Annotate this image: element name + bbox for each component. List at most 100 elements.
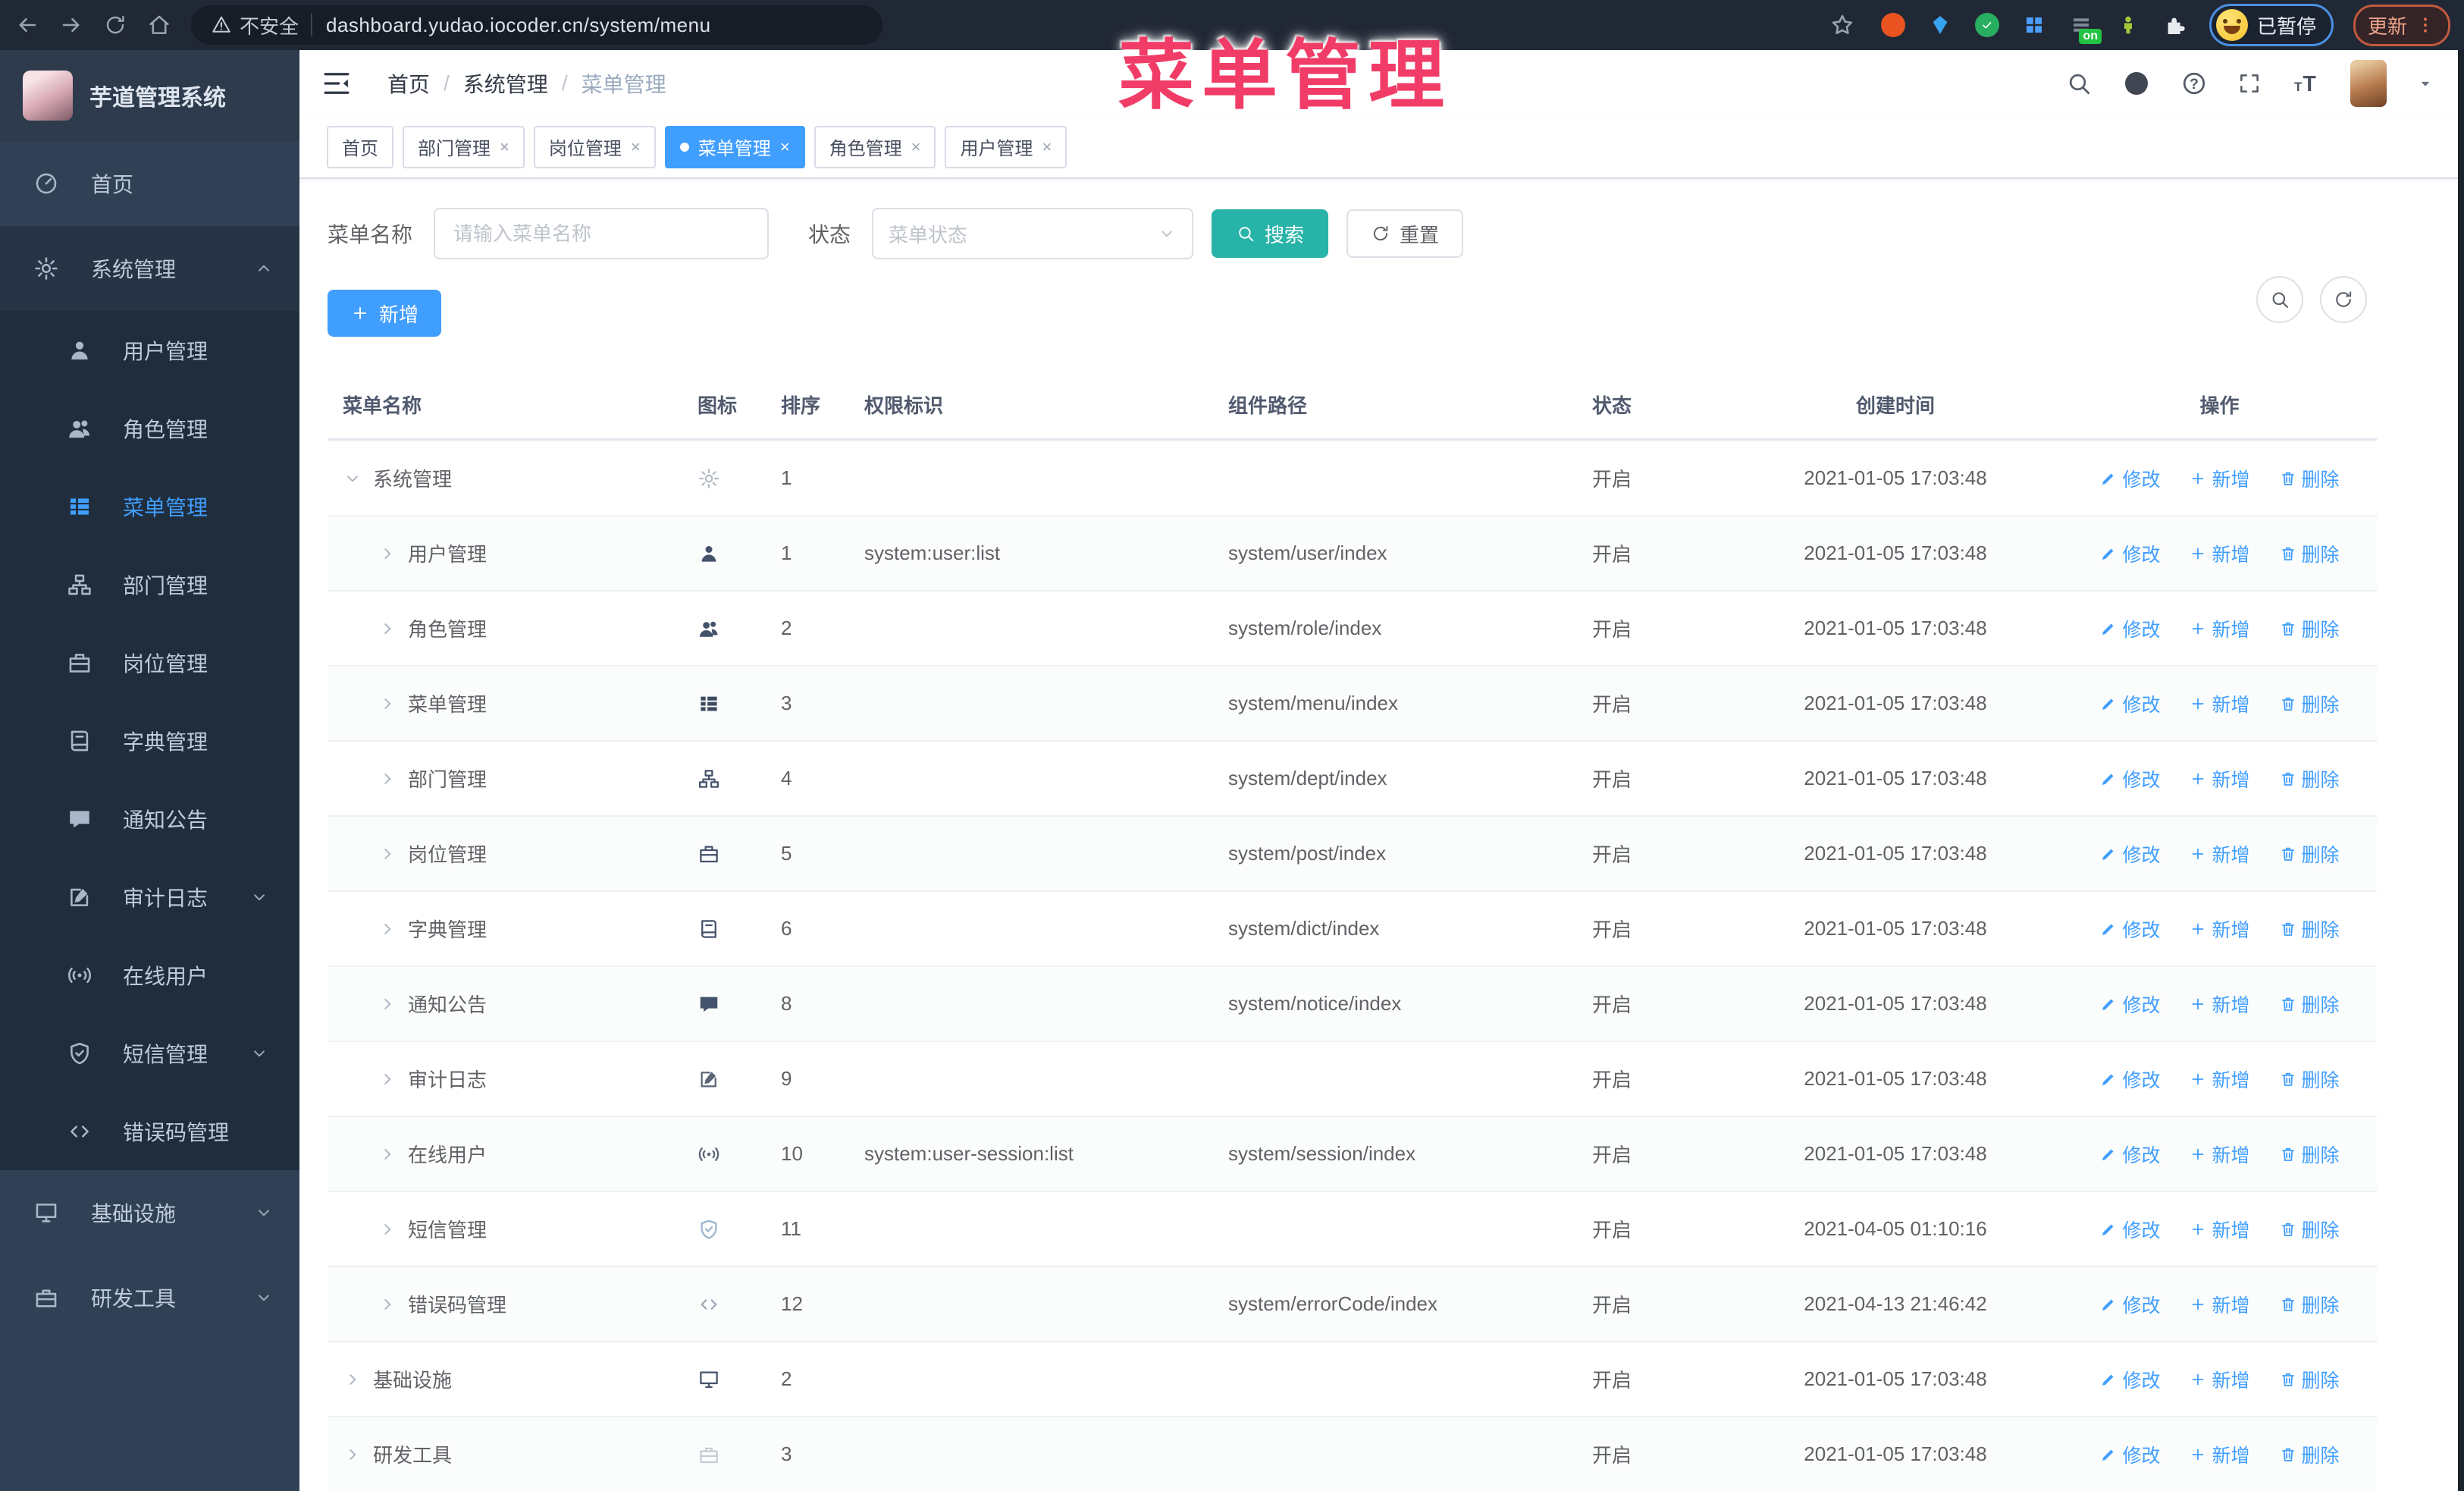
edit-link[interactable]: 修改 <box>2099 690 2160 717</box>
sidebar-item-11[interactable]: 短信管理 <box>0 1014 299 1092</box>
add-link[interactable]: 新增 <box>2189 1066 2250 1093</box>
sidebar-item-10[interactable]: 在线用户 <box>0 936 299 1014</box>
delete-link[interactable]: 删除 <box>2279 1291 2340 1318</box>
gem-extension-icon[interactable] <box>1926 11 1955 39</box>
tab-2[interactable]: 岗位管理 × <box>533 125 656 168</box>
grid-extension-icon[interactable] <box>2020 11 2049 39</box>
delete-link[interactable]: 删除 <box>2279 1066 2340 1093</box>
tab-5[interactable]: 用户管理 × <box>945 125 1067 168</box>
edit-link[interactable]: 修改 <box>2099 765 2160 793</box>
tab-label: 首页 <box>342 139 378 160</box>
cell-icon <box>682 1218 766 1241</box>
close-icon[interactable]: × <box>780 137 790 157</box>
edit-link[interactable]: 修改 <box>2099 1141 2160 1168</box>
delete-link[interactable]: 删除 <box>2279 915 2340 943</box>
sidebar-item-8[interactable]: 通知公告 <box>0 780 299 858</box>
refresh-table-button[interactable] <box>2320 276 2367 323</box>
edit-link[interactable]: 修改 <box>2099 840 2160 868</box>
profile-paused-pill[interactable]: 已暂停 <box>2209 4 2334 46</box>
address-bar[interactable]: 不安全 dashboard.yudao.iocoder.cn/system/me… <box>191 5 882 45</box>
edit-link[interactable]: 修改 <box>2099 1441 2160 1468</box>
sidebar-item-9[interactable]: 审计日志 <box>0 858 299 936</box>
edit-link[interactable]: 修改 <box>2099 615 2160 642</box>
edit-link[interactable]: 修改 <box>2099 540 2160 567</box>
delete-link[interactable]: 删除 <box>2279 540 2340 567</box>
add-link[interactable]: 新增 <box>2189 990 2250 1018</box>
sidebar-item-7[interactable]: 字典管理 <box>0 702 299 780</box>
sidebar-item-2[interactable]: 用户管理 <box>0 311 299 389</box>
tab-0[interactable]: 首页 <box>327 125 393 168</box>
post-icon <box>700 846 718 862</box>
sidebar-item-14[interactable]: 研发工具 <box>0 1255 299 1340</box>
check-extension-icon[interactable] <box>1973 11 2002 39</box>
sidebar-item-1[interactable]: 系统管理 <box>0 226 299 311</box>
edit-link[interactable]: 修改 <box>2099 465 2160 492</box>
add-button[interactable]: 新增 <box>328 290 442 337</box>
add-link[interactable]: 新增 <box>2189 690 2250 717</box>
sidebar-item-0[interactable]: 首页 <box>0 141 299 226</box>
sidebar-item-12[interactable]: 错误码管理 <box>0 1092 299 1170</box>
cell-icon <box>682 1143 766 1166</box>
sidebar-item-13[interactable]: 基础设施 <box>0 1170 299 1255</box>
add-link[interactable]: 新增 <box>2189 1141 2250 1168</box>
ubuntu-extension-icon[interactable] <box>1879 11 1908 39</box>
browser-forward-button[interactable] <box>55 8 88 42</box>
delete-link[interactable]: 删除 <box>2279 840 2340 868</box>
add-link[interactable]: 新增 <box>2189 1441 2250 1468</box>
cell-name: 字典管理 <box>328 915 682 943</box>
delete-link[interactable]: 删除 <box>2279 1441 2340 1468</box>
delete-link[interactable]: 删除 <box>2279 765 2340 793</box>
add-link[interactable]: 新增 <box>2189 765 2250 793</box>
browser-home-button[interactable] <box>143 8 176 42</box>
sidebar-item-3[interactable]: 角色管理 <box>0 389 299 467</box>
delete-link[interactable]: 删除 <box>2279 615 2340 642</box>
tab-3[interactable]: 菜单管理 × <box>664 125 805 168</box>
add-link[interactable]: 新增 <box>2189 615 2250 642</box>
breadcrumb-section[interactable]: 系统管理 <box>463 68 548 99</box>
user-avatar[interactable] <box>2350 59 2387 107</box>
edit-link[interactable]: 修改 <box>2099 1066 2160 1093</box>
tab-4[interactable]: 角色管理 × <box>813 125 936 168</box>
close-icon[interactable]: × <box>911 137 921 157</box>
delete-link[interactable]: 删除 <box>2279 690 2340 717</box>
browser-reload-button[interactable] <box>99 8 132 42</box>
close-icon[interactable]: × <box>500 137 509 157</box>
edit-link[interactable]: 修改 <box>2099 1216 2160 1243</box>
add-link[interactable]: 新增 <box>2189 1291 2250 1318</box>
sidebar-item-4[interactable]: 菜单管理 <box>0 467 299 545</box>
app-logo[interactable]: 芋道管理系统 <box>0 50 299 141</box>
show-search-toggle-button[interactable] <box>2256 276 2303 323</box>
stack-extension-icon[interactable]: on <box>2067 11 2102 44</box>
search-button[interactable]: 搜索 <box>1212 209 1329 258</box>
delete-link[interactable]: 删除 <box>2279 1216 2340 1243</box>
close-icon[interactable]: × <box>1042 137 1052 157</box>
reset-button[interactable]: 重置 <box>1346 209 1464 258</box>
delete-link[interactable]: 删除 <box>2279 1141 2340 1168</box>
edit-link[interactable]: 修改 <box>2099 915 2160 943</box>
menu-name-input[interactable] <box>434 208 770 259</box>
add-link[interactable]: 新增 <box>2189 465 2250 492</box>
status-select[interactable]: 菜单状态 <box>872 208 1194 259</box>
sidebar-item-6[interactable]: 岗位管理 <box>0 623 299 702</box>
add-link[interactable]: 新增 <box>2189 915 2250 943</box>
delete-link[interactable]: 删除 <box>2279 990 2340 1018</box>
close-icon[interactable]: × <box>631 137 641 157</box>
add-link[interactable]: 新增 <box>2189 840 2250 868</box>
add-link[interactable]: 新增 <box>2189 1216 2250 1243</box>
delete-link[interactable]: 删除 <box>2279 465 2340 492</box>
add-link[interactable]: 新增 <box>2189 540 2250 567</box>
sidebar-item-5[interactable]: 部门管理 <box>0 545 299 623</box>
edit-link[interactable]: 修改 <box>2099 1366 2160 1393</box>
bookmark-star-button[interactable] <box>1826 8 1859 42</box>
edit-link[interactable]: 修改 <box>2099 990 2160 1018</box>
puzzle-extension-icon[interactable] <box>2161 11 2190 39</box>
add-link[interactable]: 新增 <box>2189 1366 2250 1393</box>
cell-icon <box>682 843 766 865</box>
edit-link[interactable]: 修改 <box>2099 1291 2160 1318</box>
android-extension-icon[interactable] <box>2114 11 2143 39</box>
browser-back-button[interactable] <box>11 8 44 42</box>
delete-link[interactable]: 删除 <box>2279 1366 2340 1393</box>
tab-1[interactable]: 部门管理 × <box>403 125 525 168</box>
browser-update-button[interactable]: 更新 <box>2353 4 2450 46</box>
breadcrumb-home[interactable]: 首页 <box>387 68 430 99</box>
